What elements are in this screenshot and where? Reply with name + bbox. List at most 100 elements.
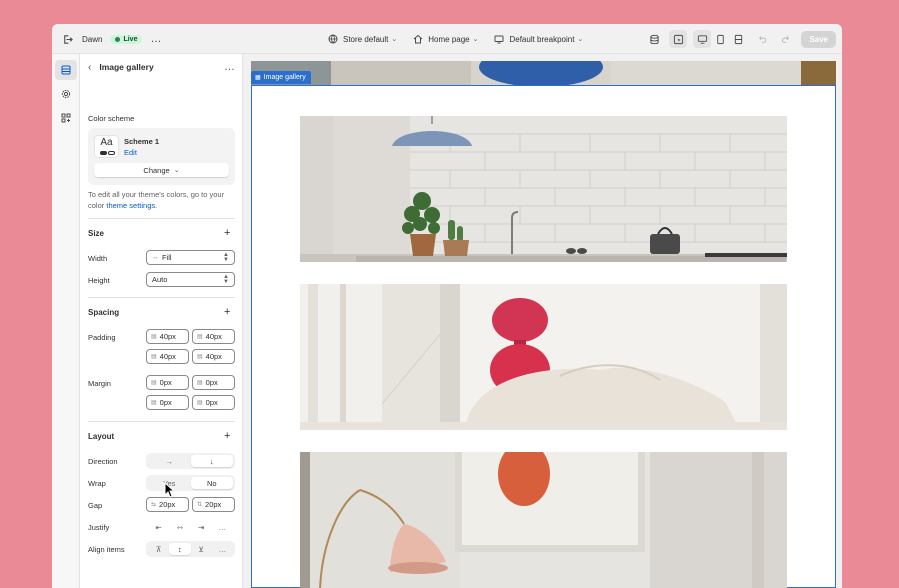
gallery-image-kitchen[interactable]: [300, 116, 787, 262]
width-select[interactable]: ↔ Fill ▲ ▼: [146, 250, 235, 265]
margin-bottom-field[interactable]: ▤ 0px: [192, 375, 235, 390]
desktop-view-icon[interactable]: [693, 30, 712, 48]
previous-section-image: [251, 61, 836, 85]
scheme-swatch: Aa: [94, 135, 119, 158]
editor-window: Dawn Live … Store default ⌄ Home page ⌄: [52, 24, 842, 588]
sidebar-title: Image gallery: [99, 62, 154, 72]
divider: [88, 297, 235, 298]
justify-more-button[interactable]: …: [212, 521, 233, 533]
gallery-image-lamp[interactable]: [300, 452, 787, 588]
align-center-icon[interactable]: ↕: [169, 543, 191, 555]
width-value: Fill: [162, 253, 172, 262]
store-name: Dawn: [82, 34, 103, 44]
padding-top-field[interactable]: ▤ 40px: [146, 329, 189, 344]
settings-gear-icon[interactable]: [55, 84, 77, 104]
margin-right-value: 0px: [205, 398, 218, 407]
margin-left-field[interactable]: ▤ 0px: [146, 395, 189, 410]
mouse-cursor-icon: [164, 482, 176, 498]
sidebar-menu-button[interactable]: …: [224, 61, 235, 73]
more-menu-button[interactable]: …: [150, 33, 161, 45]
image-gallery-section[interactable]: [251, 85, 836, 588]
scheme-pill-dark: [100, 151, 107, 155]
page-selector[interactable]: Home page ⌄: [411, 32, 478, 46]
padding-right-icon: ▤: [197, 354, 203, 360]
color-help-text: To edit all your theme's colors, go to y…: [88, 189, 238, 211]
margin-top-field[interactable]: ▤ 0px: [146, 375, 189, 390]
padding-left-field[interactable]: ▤ 40px: [146, 349, 189, 364]
padding-left-value: 40px: [159, 352, 176, 361]
preview-canvas: ▦ Image gallery: [243, 54, 842, 588]
align-items-label: Align items: [88, 545, 125, 554]
section-grid-icon: ▦: [255, 75, 261, 81]
spacing-section-title: Spacing: [88, 308, 120, 317]
save-button[interactable]: Save: [801, 30, 836, 48]
undo-icon[interactable]: [753, 30, 771, 48]
direction-vertical-option[interactable]: ↓: [190, 455, 233, 467]
gap-vertical-field[interactable]: ⇅ 20px: [192, 497, 235, 512]
section-tag[interactable]: ▦ Image gallery: [251, 71, 311, 84]
gallery-image-vase[interactable]: [300, 284, 787, 430]
store-selector[interactable]: Store default ⌄: [326, 32, 397, 46]
breakpoint-selector[interactable]: Default breakpoint ⌄: [492, 32, 583, 46]
layout-add-icon[interactable]: +: [224, 430, 230, 442]
theme-settings-link[interactable]: theme settings: [106, 201, 155, 210]
exit-icon[interactable]: [60, 32, 74, 46]
updown-icon: ▲ ▼: [223, 273, 229, 285]
divider: [88, 421, 235, 422]
scheme-name: Scheme 1: [124, 137, 160, 146]
gap-horizontal-value: 20px: [159, 500, 176, 509]
align-more-button[interactable]: …: [212, 543, 233, 555]
redo-icon[interactable]: [777, 30, 795, 48]
width-label: Width: [88, 254, 108, 263]
wrap-no-option[interactable]: No: [190, 477, 233, 489]
chevron-down-icon: ⌄: [173, 167, 180, 174]
height-select[interactable]: Auto ▲ ▼: [146, 272, 235, 287]
live-label: Live: [123, 35, 138, 43]
scheme-edit-link[interactable]: Edit: [124, 148, 137, 157]
desktop-icon: [492, 32, 506, 46]
breakpoint-selector-label: Default breakpoint: [509, 34, 575, 44]
settings-sidebar: ‹ Image gallery … Color scheme Aa Scheme…: [80, 54, 243, 588]
padding-right-value: 40px: [205, 352, 222, 361]
fullscreen-view-icon[interactable]: [729, 30, 747, 48]
back-icon[interactable]: ‹: [88, 62, 91, 73]
help-suffix: .: [155, 201, 158, 210]
divider: [88, 218, 235, 219]
change-scheme-button[interactable]: Change ⌄: [94, 163, 229, 177]
padding-bottom-field[interactable]: ▤ 40px: [192, 329, 235, 344]
page-selector-label: Home page: [428, 34, 470, 44]
height-value: Auto: [152, 275, 168, 284]
inspector-icon[interactable]: [669, 30, 688, 48]
margin-top-value: 0px: [159, 378, 172, 387]
color-scheme-label: Color scheme: [88, 114, 135, 123]
align-bottom-icon[interactable]: ⊻: [191, 543, 212, 555]
direction-label: Direction: [88, 457, 118, 466]
live-dot-icon: [115, 36, 121, 42]
top-bar: Dawn Live … Store default ⌄ Home page ⌄: [52, 24, 842, 54]
align-items-toggle: ⊼ ↕ ⊻ …: [146, 541, 235, 557]
apps-icon[interactable]: [55, 108, 77, 128]
gap-label: Gap: [88, 501, 103, 510]
justify-end-icon[interactable]: ⇥: [191, 521, 212, 533]
gap-horizontal-icon: ⇆: [151, 502, 157, 508]
padding-right-field[interactable]: ▤ 40px: [192, 349, 235, 364]
chevron-down-icon: ⌄: [472, 36, 479, 43]
direction-horizontal-option[interactable]: →: [148, 455, 191, 467]
sections-icon[interactable]: [55, 60, 77, 80]
align-top-icon[interactable]: ⊼: [148, 543, 169, 555]
spacing-add-icon[interactable]: +: [224, 306, 230, 318]
justify-center-icon[interactable]: ⇿: [169, 521, 190, 533]
wrap-toggle: Yes No: [146, 475, 235, 491]
gap-horizontal-field[interactable]: ⇆ 20px: [146, 497, 189, 512]
size-add-icon[interactable]: +: [224, 227, 230, 239]
live-badge: Live: [110, 34, 143, 44]
wrap-label: Wrap: [88, 479, 106, 488]
margin-bottom-value: 0px: [205, 378, 218, 387]
layout-section-title: Layout: [88, 432, 115, 441]
padding-top-value: 40px: [159, 332, 176, 341]
padding-top-icon: ▤: [151, 334, 157, 340]
justify-start-icon[interactable]: ⇤: [148, 521, 169, 533]
tablet-view-icon[interactable]: [711, 30, 729, 48]
margin-right-field[interactable]: ▤ 0px: [192, 395, 235, 410]
database-icon[interactable]: [645, 30, 663, 48]
